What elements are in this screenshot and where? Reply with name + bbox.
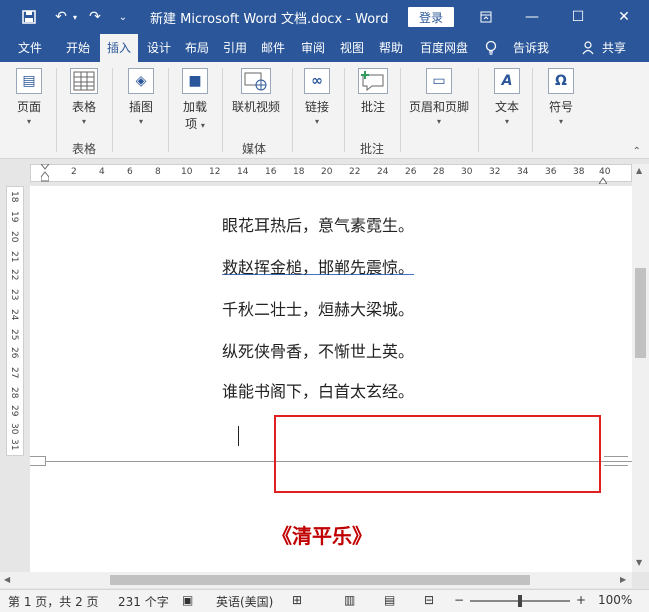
- chevron-down-icon: ▾: [504, 117, 509, 126]
- redo-icon[interactable]: ↷: [84, 6, 106, 28]
- chevron-down-icon: ▾: [138, 117, 143, 126]
- poem-line-2[interactable]: 救赵挥金槌，邯郸先震惊。: [222, 254, 414, 278]
- chevron-down-icon: ▾: [26, 117, 31, 126]
- tell-me-search[interactable]: 告诉我: [506, 34, 556, 62]
- scroll-down-icon[interactable]: ▼: [636, 558, 642, 567]
- tab-file[interactable]: 文件: [8, 34, 52, 62]
- scroll-left-icon[interactable]: ◀: [4, 575, 10, 584]
- word-count[interactable]: 231 个字: [118, 593, 169, 610]
- tab-design[interactable]: 设计: [140, 34, 178, 62]
- ribbon-display-options-icon[interactable]: [463, 0, 509, 34]
- undo-icon[interactable]: ↶: [50, 6, 72, 28]
- table-button[interactable]: 表格 ▾: [66, 68, 102, 126]
- accessibility-icon[interactable]: ⊞: [292, 593, 302, 607]
- tab-help[interactable]: 帮助: [372, 34, 410, 62]
- customize-toolbar-icon[interactable]: ⌄: [112, 6, 134, 28]
- new-comment-icon: [358, 68, 388, 94]
- collapse-ribbon-icon[interactable]: ⌃: [633, 146, 641, 157]
- read-mode-icon[interactable]: ▥: [344, 593, 355, 607]
- text-button[interactable]: A 文本 ▾: [490, 68, 524, 126]
- web-layout-icon[interactable]: ⊟: [424, 593, 434, 607]
- tab-view[interactable]: 视图: [333, 34, 371, 62]
- group-label-table: 表格: [72, 142, 97, 156]
- share-person-icon[interactable]: [580, 34, 596, 62]
- chevron-down-icon: ▾: [436, 117, 441, 126]
- poem-line-1[interactable]: 眼花耳热后，意气素霓生。: [222, 212, 414, 236]
- addins-icon: ■: [182, 68, 208, 94]
- links-button[interactable]: ∞ 链接 ▾: [300, 68, 334, 126]
- scroll-up-icon[interactable]: ▲: [636, 166, 642, 175]
- page-break-right-marker: [604, 456, 628, 466]
- language-indicator[interactable]: 英语(美国): [216, 593, 273, 610]
- text-cursor: [238, 426, 239, 446]
- zoom-out-icon[interactable]: −: [454, 593, 464, 607]
- horizontal-scroll-thumb[interactable]: [110, 575, 530, 585]
- comment-button[interactable]: 批注: [356, 68, 390, 115]
- window-title: 新建 Microsoft Word 文档.docx - Word: [150, 12, 389, 27]
- vertical-ruler[interactable]: 18 19 20 21 22 23 24 25 26 27 28 29 30 3…: [6, 186, 24, 456]
- poem-heading[interactable]: 《清平乐》: [272, 520, 372, 549]
- omega-icon: Ω: [548, 68, 574, 94]
- proofing-icon[interactable]: ▣: [182, 593, 193, 607]
- horizontal-ruler[interactable]: 2 4 6 8 10 12 14 16 18 20 22 24 26 28 30…: [30, 163, 632, 185]
- scroll-right-icon[interactable]: ▶: [620, 575, 626, 584]
- ribbon-tabs: 文件 开始 插入 设计 布局 引用 邮件 审阅 视图 帮助 百度网盘 告诉我 共…: [0, 34, 649, 62]
- left-indent-marker[interactable]: [39, 163, 51, 182]
- header-footer-icon: ▭: [426, 68, 452, 94]
- page-icon: ▤: [16, 68, 42, 94]
- tab-home[interactable]: 开始: [56, 34, 100, 62]
- lightbulb-icon[interactable]: [484, 34, 498, 62]
- zoom-level[interactable]: 100%: [598, 593, 632, 607]
- vertical-scroll-thumb[interactable]: [635, 268, 646, 358]
- link-icon: ∞: [304, 68, 330, 94]
- table-icon: [70, 68, 98, 94]
- save-icon[interactable]: [18, 6, 40, 28]
- symbols-button[interactable]: Ω 符号 ▾: [544, 68, 578, 126]
- header-footer-button[interactable]: ▭ 页眉和页脚 ▾: [406, 68, 472, 126]
- zoom-slider-handle[interactable]: [518, 595, 522, 607]
- chevron-down-icon: ▾: [558, 117, 563, 126]
- share-button[interactable]: 共享: [598, 34, 630, 62]
- close-icon[interactable]: ✕: [601, 0, 647, 34]
- tab-insert[interactable]: 插入: [100, 34, 138, 62]
- chevron-down-icon: ▾: [314, 117, 319, 126]
- online-video-button[interactable]: 联机视频: [226, 68, 286, 115]
- print-layout-icon[interactable]: ▤: [384, 593, 395, 607]
- poem-line-5[interactable]: 谁能书阁下，白首太玄经。: [222, 378, 414, 402]
- minimize-icon[interactable]: —: [509, 0, 555, 34]
- tab-review[interactable]: 审阅: [294, 34, 332, 62]
- tab-mailings[interactable]: 邮件: [254, 34, 292, 62]
- title-bar: ↶ ▾ ↷ ⌄ 新建 Microsoft Word 文档.docx - Word…: [0, 0, 649, 34]
- tab-references[interactable]: 引用: [216, 34, 254, 62]
- vertical-scrollbar[interactable]: ▲ ▼: [632, 164, 649, 572]
- ribbon-insert: ▤ 页面 ▾ 表格 ▾ 表格 ◈ 插图 ▾ ■ 加载 项 ▾ 联机视频 媒体 ∞…: [0, 62, 649, 159]
- pages-button[interactable]: ▤ 页面 ▾: [12, 68, 46, 126]
- online-video-icon: [241, 68, 271, 94]
- page-break-left-marker: [30, 456, 46, 466]
- illustrations-icon: ◈: [128, 68, 154, 94]
- login-button[interactable]: 登录: [408, 7, 454, 27]
- zoom-in-icon[interactable]: +: [576, 593, 586, 607]
- illustrations-button[interactable]: ◈ 插图 ▾: [124, 68, 158, 126]
- page-count[interactable]: 第 1 页，共 2 页: [8, 593, 99, 610]
- poem-line-4[interactable]: 纵死侠骨香，不惭世上英。: [222, 338, 414, 362]
- poem-line-3[interactable]: 千秋二壮士，烜赫大梁城。: [222, 296, 414, 320]
- horizontal-scrollbar[interactable]: ◀ ▶: [0, 572, 632, 588]
- chevron-down-icon: ▾: [200, 121, 205, 130]
- text-icon: A: [494, 68, 520, 94]
- tab-baidu-netdisk[interactable]: 百度网盘: [412, 34, 476, 62]
- chevron-down-icon: ▾: [81, 117, 86, 126]
- undo-dropdown-icon[interactable]: ▾: [70, 6, 80, 28]
- tab-layout[interactable]: 布局: [178, 34, 216, 62]
- group-label-media: 媒体: [242, 142, 267, 156]
- group-label-comments: 批注: [360, 142, 385, 156]
- addins-button[interactable]: ■ 加载 项 ▾: [176, 68, 214, 132]
- status-bar: 第 1 页，共 2 页 231 个字 ▣ 英语(美国) ⊞ ▥ ▤ ⊟ − + …: [0, 589, 649, 612]
- highlight-box: [274, 415, 601, 493]
- maximize-icon[interactable]: ☐: [555, 0, 601, 34]
- right-indent-marker[interactable]: [598, 173, 608, 185]
